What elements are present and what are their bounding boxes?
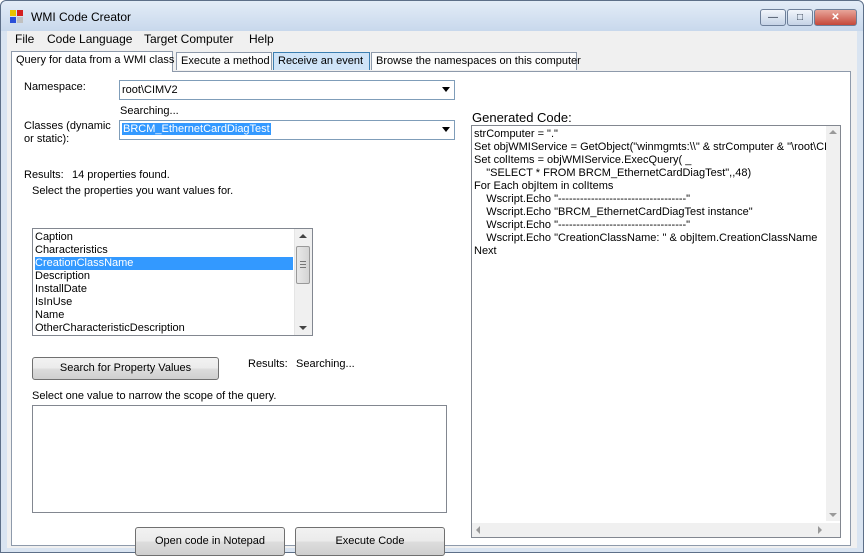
code-line: Wscript.Echo "--------------------------… [474,193,691,205]
code-horizontal-scrollbar[interactable] [472,523,826,537]
scroll-thumb[interactable] [296,246,310,284]
list-item[interactable]: Caption [35,231,293,244]
property-values-listbox[interactable] [32,405,447,513]
scroll-corner [826,523,840,537]
maximize-icon: □ [796,12,804,23]
app-logo-icon [10,10,24,24]
maximize-button[interactable]: □ [787,9,813,26]
classes-dropdown[interactable]: BRCM_EthernetCardDiagTest [119,120,455,140]
code-line: For Each objItem in colItems [474,180,614,192]
scroll-right-icon[interactable] [818,526,822,534]
list-item[interactable]: Name [35,309,293,322]
scroll-left-icon[interactable] [476,526,480,534]
searching-status: Searching... [120,105,179,117]
search-property-values-button[interactable]: Search for Property Values [32,357,219,380]
menu-file[interactable]: File [15,32,34,46]
generated-code-textbox[interactable]: strComputer = "." Set objWMIService = Ge… [471,125,841,538]
code-line: Wscript.Echo "CreationClassName: " & obj… [474,232,818,244]
tab-browse-namespaces[interactable]: Browse the namespaces on this computer [371,52,581,70]
code-line: Wscript.Echo "--------------------------… [474,219,691,231]
classes-label-line2: or static): [24,133,70,145]
menu-code-language[interactable]: Code Language [47,32,132,46]
code-line: Set colItems = objWMIService.ExecQuery( … [474,154,692,166]
minimize-button[interactable]: — [760,9,786,26]
scroll-down-icon[interactable] [829,513,837,517]
list-item[interactable]: Description [35,270,293,283]
code-line: Wscript.Echo "BRCM_EthernetCardDiagTest … [474,206,753,218]
select-properties-text: Select the properties you want values fo… [32,185,234,197]
close-icon: ✕ [831,12,840,23]
title-bar[interactable]: WMI Code Creator — □ ✕ [1,1,863,31]
menu-target-computer[interactable]: Target Computer [144,32,233,46]
narrow-scope-text: Select one value to narrow the scope of … [32,390,277,402]
results-count: 14 properties found. [72,169,170,181]
code-line: "SELECT * FROM BRCM_EthernetCardDiagTest… [474,167,752,179]
list-item[interactable]: OtherCharacteristicDescription [35,322,293,335]
app-window: WMI Code Creator — □ ✕ File Code Languag… [0,0,864,556]
namespace-dropdown[interactable]: root\CIMV2 [119,80,455,100]
chevron-down-icon [442,127,450,132]
list-item-selected[interactable]: CreationClassName [35,257,293,270]
window-title: WMI Code Creator [31,10,132,24]
results-label: Results: [24,169,64,181]
scroll-down-icon[interactable] [299,326,307,330]
tab-receive-event[interactable]: Receive an event [273,52,370,70]
chevron-down-icon [442,87,450,92]
namespace-label: Namespace: [24,81,86,93]
query-panel: Namespace: root\CIMV2 Searching... Class… [11,71,851,556]
code-line: Next [474,245,497,257]
menu-help[interactable]: Help [249,32,274,46]
code-vertical-scrollbar[interactable] [826,126,840,521]
search-button-label: Search for Property Values [59,362,192,374]
code-line: strComputer = "." [474,128,558,140]
namespace-value: root\CIMV2 [122,84,178,96]
open-notepad-label: Open code in Notepad [154,535,266,547]
minimize-icon: — [768,12,778,23]
results2-label: Results: [248,358,288,370]
generated-code-label: Generated Code: [472,110,572,125]
open-notepad-button[interactable]: Open code in Notepad [135,527,285,556]
scroll-up-icon[interactable] [829,130,837,134]
menu-bar: File Code Language Target Computer Help [7,31,857,48]
tab-query-wmi-class[interactable]: Query for data from a WMI class [11,51,174,72]
close-button[interactable]: ✕ [814,9,857,26]
classes-label-line1: Classes (dynamic [24,120,111,132]
class-value: BRCM_EthernetCardDiagTest [122,123,271,135]
scroll-up-icon[interactable] [299,234,307,238]
results2-status: Searching... [296,358,355,370]
execute-code-button[interactable]: Execute Code [295,527,445,556]
code-line: Set objWMIService = GetObject("winmgmts:… [474,141,841,153]
client-area: File Code Language Target Computer Help … [7,31,857,556]
properties-listbox[interactable]: Caption Characteristics CreationClassNam… [32,228,313,336]
tab-execute-method[interactable]: Execute a method [176,52,272,70]
execute-code-label: Execute Code [335,535,405,547]
list-item[interactable]: Characteristics [35,244,293,257]
list-item[interactable]: InstallDate [35,283,293,296]
properties-scrollbar[interactable] [294,229,312,335]
list-item[interactable]: IsInUse [35,296,293,309]
